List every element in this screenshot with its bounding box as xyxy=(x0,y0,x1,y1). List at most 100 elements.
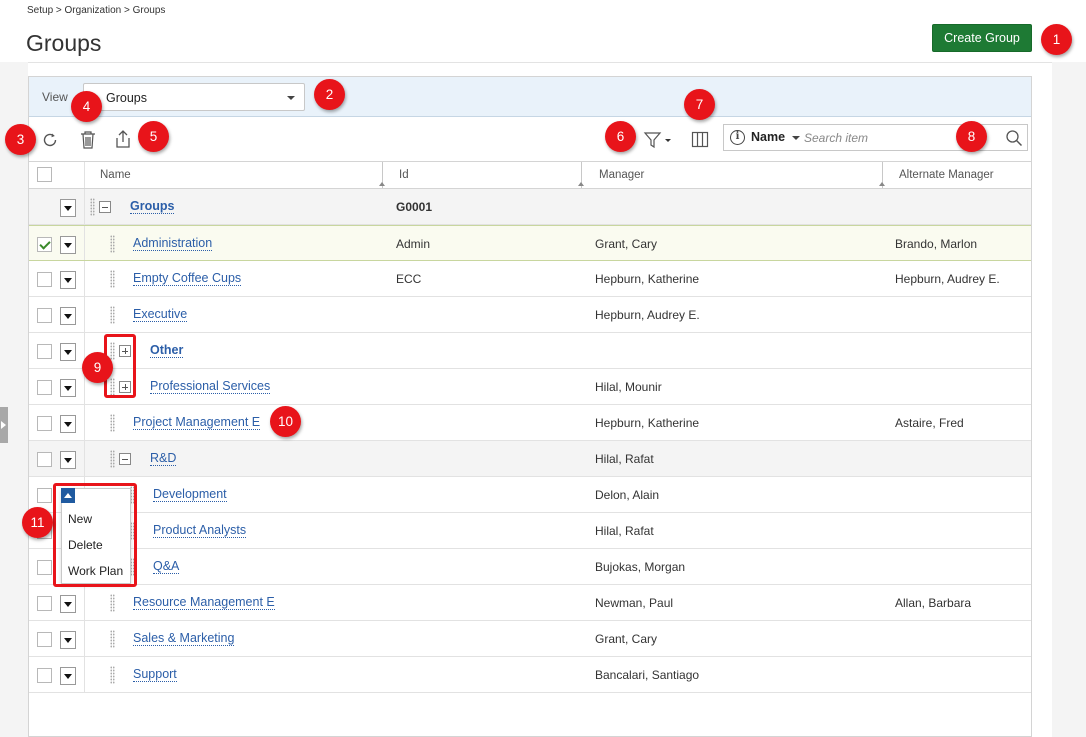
alternate-manager-cell: Brando, Marlon xyxy=(895,237,978,251)
row-checkbox[interactable] xyxy=(37,668,52,683)
search-icon[interactable] xyxy=(1005,129,1023,147)
breadcrumb[interactable]: Setup > Organization > Groups xyxy=(27,5,165,16)
row-checkbox[interactable] xyxy=(37,632,52,647)
row-menu-button[interactable] xyxy=(60,667,76,685)
collapse-icon[interactable] xyxy=(99,201,111,213)
view-bar: View Groups xyxy=(29,77,1031,117)
row-menu-button[interactable] xyxy=(60,236,76,254)
row-menu-button[interactable] xyxy=(60,271,76,289)
row-menu-button[interactable] xyxy=(60,631,76,649)
drag-handle-icon[interactable] xyxy=(90,198,95,216)
row-checkbox[interactable] xyxy=(37,452,52,467)
row-menu-button[interactable] xyxy=(60,451,76,469)
group-name-link[interactable]: Resource Management E xyxy=(133,595,275,610)
table-row[interactable]: Development Delon, Alain xyxy=(29,477,1031,513)
table-row[interactable]: Support Bancalari, Santiago xyxy=(29,657,1031,693)
row-checkbox[interactable] xyxy=(37,488,52,503)
drag-handle-icon[interactable] xyxy=(110,235,115,253)
row-checkbox[interactable] xyxy=(37,560,52,575)
table-row[interactable]: Q&A Bujokas, Morgan xyxy=(29,549,1031,585)
row-menu-button[interactable] xyxy=(60,415,76,433)
drag-handle-icon[interactable] xyxy=(110,630,115,648)
drag-handle-icon[interactable] xyxy=(110,450,115,468)
group-name-link[interactable]: Other xyxy=(150,343,184,358)
row-checkbox[interactable] xyxy=(37,272,52,287)
column-resizer[interactable] xyxy=(879,162,885,188)
manager-cell: Newman, Paul xyxy=(595,596,674,610)
row-checkbox[interactable] xyxy=(37,308,52,323)
group-name-link[interactable]: Empty Coffee Cups xyxy=(133,271,242,286)
table-row[interactable]: Resource Management E Newman, Paul Allan… xyxy=(29,585,1031,621)
column-divider xyxy=(84,226,85,260)
row-checkbox[interactable] xyxy=(37,380,52,395)
group-name-link[interactable]: Development xyxy=(153,487,227,502)
row-checkbox[interactable] xyxy=(37,596,52,611)
select-all-checkbox[interactable] xyxy=(37,167,52,182)
groups-grid: Name Id Manager Alternate Manager Groups… xyxy=(29,161,1031,693)
drag-handle-icon[interactable] xyxy=(110,594,115,612)
callout-marker: 11 xyxy=(22,507,53,538)
row-menu-button[interactable] xyxy=(60,595,76,613)
info-icon[interactable]: i xyxy=(730,130,745,145)
table-row[interactable]: Project Management E Hepburn, Katherine … xyxy=(29,405,1031,441)
table-row[interactable]: Other xyxy=(29,333,1031,369)
manager-cell: Hepburn, Katherine xyxy=(595,416,700,430)
row-menu-button[interactable] xyxy=(60,307,76,325)
highlight-box xyxy=(53,483,137,587)
group-name-link[interactable]: Professional Services xyxy=(150,379,271,394)
group-name-link[interactable]: Support xyxy=(133,667,177,682)
group-name-link[interactable]: Administration xyxy=(133,236,213,251)
group-name-link[interactable]: Q&A xyxy=(153,559,180,574)
chevron-down-icon xyxy=(287,96,295,100)
column-header-manager[interactable]: Manager xyxy=(599,162,644,188)
group-name-link[interactable]: Sales & Marketing xyxy=(133,631,235,646)
group-name-link[interactable]: Executive xyxy=(133,307,188,322)
manager-cell: Grant, Cary xyxy=(595,632,658,646)
drag-handle-icon[interactable] xyxy=(110,666,115,684)
manager-cell: Bujokas, Morgan xyxy=(595,560,686,574)
table-row[interactable]: Groups G0001 xyxy=(29,189,1031,225)
column-divider xyxy=(84,621,85,656)
drag-handle-icon[interactable] xyxy=(110,306,115,324)
callout-marker: 2 xyxy=(314,79,345,110)
group-id: ECC xyxy=(396,272,422,286)
group-name-link[interactable]: Product Analysts xyxy=(153,523,247,538)
row-menu-button[interactable] xyxy=(60,199,76,217)
refresh-icon[interactable] xyxy=(40,130,60,150)
left-gutter xyxy=(0,62,28,737)
export-icon[interactable] xyxy=(113,129,133,149)
row-menu-button[interactable] xyxy=(60,379,76,397)
expand-panel-icon[interactable] xyxy=(0,407,8,443)
table-row[interactable]: Administration Admin Grant, Cary Brando,… xyxy=(29,225,1031,261)
column-resizer[interactable] xyxy=(578,162,584,188)
column-header-alternate-manager[interactable]: Alternate Manager xyxy=(899,162,994,188)
header-divider xyxy=(0,62,1086,63)
search-field-select[interactable]: Name xyxy=(751,130,785,144)
collapse-icon[interactable] xyxy=(119,453,131,465)
group-name-link[interactable]: Project Management E xyxy=(133,415,261,430)
create-group-button[interactable]: Create Group xyxy=(932,24,1032,52)
group-name-link[interactable]: Groups xyxy=(130,199,175,214)
table-row[interactable]: Sales & Marketing Grant, Cary xyxy=(29,621,1031,657)
table-row[interactable]: Professional Services Hilal, Mounir xyxy=(29,369,1031,405)
chevron-down-icon[interactable] xyxy=(792,136,800,140)
row-menu-button[interactable] xyxy=(60,343,76,361)
table-row[interactable]: Executive Hepburn, Audrey E. xyxy=(29,297,1031,333)
filter-icon[interactable] xyxy=(643,130,675,150)
column-header-id[interactable]: Id xyxy=(399,162,409,188)
columns-icon[interactable] xyxy=(691,131,709,148)
trash-icon[interactable] xyxy=(79,130,97,150)
view-select[interactable]: Groups xyxy=(83,83,305,111)
row-checkbox[interactable] xyxy=(37,416,52,431)
column-header-name[interactable]: Name xyxy=(100,162,131,188)
column-divider xyxy=(84,162,85,188)
table-row[interactable]: R&D Hilal, Rafat xyxy=(29,441,1031,477)
drag-handle-icon[interactable] xyxy=(110,414,115,432)
row-checkbox[interactable] xyxy=(37,237,52,252)
group-name-link[interactable]: R&D xyxy=(150,451,177,466)
row-checkbox[interactable] xyxy=(37,344,52,359)
table-row[interactable]: Product Analysts Hilal, Rafat xyxy=(29,513,1031,549)
column-resizer[interactable] xyxy=(379,162,385,188)
table-row[interactable]: Empty Coffee Cups ECC Hepburn, Katherine… xyxy=(29,261,1031,297)
drag-handle-icon[interactable] xyxy=(110,270,115,288)
